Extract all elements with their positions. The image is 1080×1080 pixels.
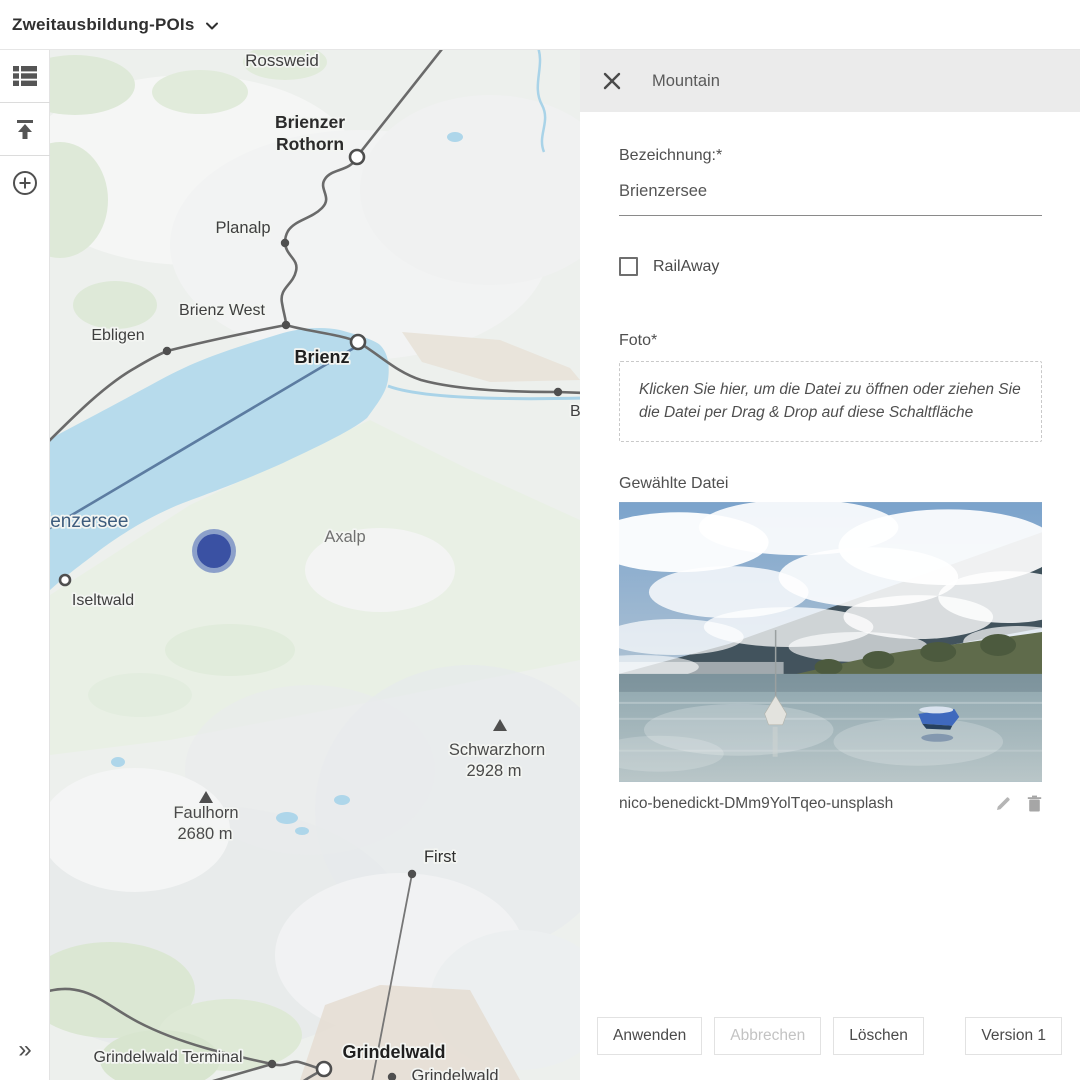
upload-button[interactable] — [0, 103, 50, 156]
sidebar-collapse-button[interactable]: » — [0, 1030, 50, 1070]
sidebar: » — [0, 50, 50, 1080]
town-circle — [60, 575, 70, 585]
file-name: nico-benedickt-DMm9YolTqeo-unsplash — [619, 795, 995, 813]
town-circle — [317, 1062, 331, 1076]
edit-icon[interactable] — [995, 795, 1012, 812]
panel-footer: Anwenden Abbrechen Löschen Version 1 — [597, 1017, 1062, 1055]
map-label: Rothorn — [276, 134, 344, 154]
railaway-checkbox[interactable] — [619, 257, 638, 276]
station-dot — [281, 239, 289, 247]
panel-title: Mountain — [652, 72, 720, 91]
map-label: Grindelwald Terminal — [93, 1049, 242, 1066]
foto-label: Foto* — [619, 332, 1042, 350]
map-label: B — [570, 403, 580, 420]
station-dot — [163, 347, 171, 355]
delete-icon[interactable] — [1027, 795, 1042, 812]
panel-header: Mountain — [580, 50, 1080, 112]
map-label: Axalp — [324, 528, 365, 546]
selected-file-label: Gewählte Datei — [619, 475, 1042, 493]
map-label: 2680 m — [177, 825, 232, 843]
file-dropzone[interactable]: Klicken Sie hier, um die Datei zu öffnen… — [619, 361, 1042, 442]
map-terrain — [50, 50, 580, 1080]
town-circle — [350, 150, 364, 164]
station-dot — [268, 1060, 276, 1068]
poi-marker[interactable] — [197, 534, 231, 568]
topbar: Zweitausbildung-POIs — [0, 0, 1080, 50]
bezeichnung-input[interactable]: Brienzersee — [619, 182, 1042, 216]
map-label: Brienzer — [275, 112, 345, 132]
chevron-down-icon[interactable] — [205, 19, 219, 33]
layer-selector[interactable]: Zweitausbildung-POIs — [12, 15, 195, 35]
map-label: Iseltwald — [72, 592, 134, 609]
map-label: Grindelwald — [411, 1067, 498, 1080]
version-button[interactable]: Version 1 — [965, 1017, 1062, 1055]
upload-icon — [13, 117, 37, 141]
double-chevron-right-icon: » — [18, 1036, 31, 1064]
add-poi-button[interactable] — [0, 156, 50, 209]
map-label: Faulhorn — [173, 804, 238, 822]
apply-button[interactable]: Anwenden — [597, 1017, 702, 1055]
station-dot — [282, 321, 290, 329]
station-dot — [408, 870, 416, 878]
list-view-button[interactable] — [0, 50, 50, 103]
file-row: nico-benedickt-DMm9YolTqeo-unsplash — [619, 795, 1042, 813]
table-list-icon — [12, 65, 38, 87]
delete-button[interactable]: Löschen — [833, 1017, 924, 1055]
selected-photo-preview — [619, 502, 1042, 782]
station-dot — [554, 388, 562, 396]
map-canvas[interactable]: Rossweid BrienzerRothorn Planalp Brienz Wes… — [50, 50, 580, 1080]
map-label: ienzersee — [50, 511, 128, 532]
close-icon[interactable] — [602, 71, 622, 91]
detail-panel: Mountain Bezeichnung:* Brienzersee RailA… — [580, 50, 1080, 1080]
map-label: First — [424, 848, 456, 866]
railaway-checkbox-row[interactable]: RailAway — [619, 257, 1042, 276]
map-label: 2928 m — [466, 762, 521, 780]
map-label: Ebligen — [91, 327, 144, 344]
cancel-button[interactable]: Abbrechen — [714, 1017, 821, 1055]
panel-body: Bezeichnung:* Brienzersee RailAway Foto*… — [580, 112, 1080, 1010]
map-label: Planalp — [215, 219, 270, 237]
map-label: Grindelwald — [342, 1042, 445, 1062]
map-label: Schwarzhorn — [449, 741, 545, 759]
town-circle — [351, 335, 365, 349]
map-label: Brienz — [294, 347, 349, 367]
railaway-label: RailAway — [653, 258, 719, 276]
map-label: Brienz West — [179, 302, 266, 319]
add-circle-icon — [12, 170, 38, 196]
bezeichnung-label: Bezeichnung:* — [619, 147, 1042, 165]
map-label: Rossweid — [245, 51, 319, 70]
